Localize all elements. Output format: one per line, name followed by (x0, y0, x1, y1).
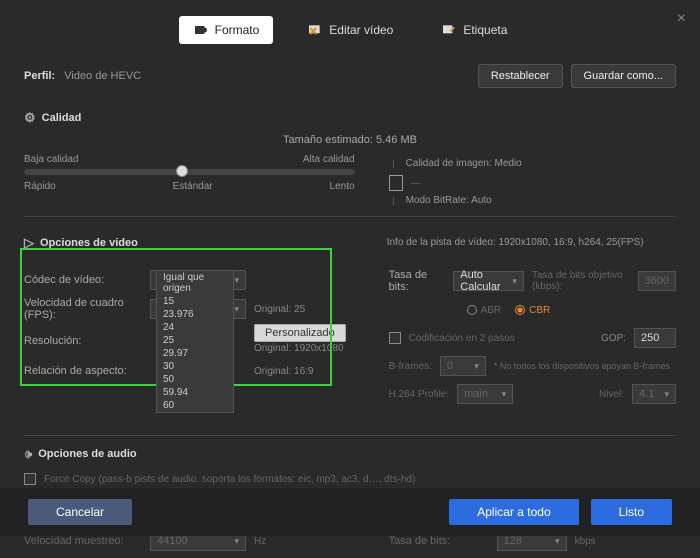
fps-option[interactable]: 50 (157, 373, 233, 386)
gop-label: GOP: (601, 333, 626, 344)
audio-head: 🕩 Opciones de audio (24, 446, 676, 462)
fps-option[interactable]: 30 (157, 360, 233, 373)
level-select[interactable]: 4.1▾ (632, 384, 676, 404)
play-icon: ▷ (24, 235, 34, 251)
profile-label: Perfil: (24, 70, 55, 82)
tab-tag[interactable]: Etiqueta (427, 16, 521, 44)
twopass-checkbox[interactable] (389, 332, 401, 344)
profile: Perfil: Video de HEVC (24, 70, 141, 82)
chevron-down-icon: ▾ (555, 536, 560, 547)
twopass-label: Codificación en 2 pasos (409, 333, 515, 344)
scissors-icon (307, 22, 323, 38)
gear-icon: ⚙ (24, 110, 36, 126)
apply-all-button[interactable]: Aplicar a todo (449, 499, 578, 525)
chevron-down-icon: ▾ (234, 275, 239, 286)
slider-thumb[interactable] (176, 165, 188, 177)
fps-label: Velocidad de cuadro (FPS): (24, 297, 142, 321)
chevron-down-icon: ▾ (512, 276, 517, 287)
fps-option[interactable]: 15 (157, 295, 233, 308)
speaker-icon: 🕩 (24, 446, 32, 462)
force-copy-checkbox[interactable] (24, 473, 36, 485)
fps-option[interactable]: 25 (157, 334, 233, 347)
slow-label: Lento (330, 181, 355, 192)
image-quality: Calidad de imagen: Medio (406, 158, 676, 169)
chevron-down-icon: ▾ (474, 361, 479, 372)
level-label: Nivel: (599, 389, 624, 400)
sample-rate-label: Velocidad muestreo: (24, 535, 142, 547)
fps-option[interactable]: 23.976 (157, 308, 233, 321)
fps-option[interactable]: Igual que origen (157, 271, 233, 295)
bframes-label: B-frames: (389, 361, 432, 372)
fps-option[interactable]: 29.97 (157, 347, 233, 360)
fast-label: Rápido (24, 181, 56, 192)
chevron-down-icon: ▾ (502, 389, 507, 400)
tab-label: Etiqueta (463, 23, 507, 37)
res-label: Resolución: (24, 335, 142, 347)
fps-dropdown[interactable]: Igual que origen1523.976242529.97305059.… (156, 270, 234, 413)
target-bitrate-input[interactable]: 3600 (638, 271, 676, 291)
bframes-note: * No todos los dispositivos apoyan B-fra… (494, 361, 670, 371)
chevron-down-icon: ▾ (234, 304, 239, 315)
bframes-select[interactable]: 0▾ (440, 356, 486, 376)
codec-label: Códec de vídeo: (24, 274, 142, 286)
profile-value: Video de HEVC (64, 70, 141, 82)
track-info: Info de la pista de vídeo: 1920x1080, 16… (387, 237, 644, 248)
cancel-button[interactable]: Cancelar (28, 499, 132, 525)
fps-option[interactable]: 59.94 (157, 386, 233, 399)
abr-radio[interactable] (467, 305, 477, 315)
tab-label: Editar vídeo (329, 23, 393, 37)
gear-icon (193, 22, 209, 38)
reset-button[interactable]: Restablecer (478, 64, 563, 88)
h264-profile-label: H.264 Profile: (389, 389, 450, 400)
bitrate-mode: Modo BitRate: Auto (406, 195, 492, 206)
pencil-icon (441, 22, 457, 38)
cbr-radio[interactable] (515, 305, 525, 315)
done-button[interactable]: Listo (591, 499, 672, 525)
high-q-label: Alta calidad (303, 154, 355, 165)
target-bitrate-label: Tasa de bits objetivo (kbps): (532, 270, 630, 292)
fps-option[interactable]: 60 (157, 399, 233, 412)
fps-option[interactable]: 24 (157, 321, 233, 334)
quality-slider[interactable] (24, 169, 355, 175)
chevron-down-icon: ▾ (234, 536, 239, 547)
gop-input[interactable]: 250 (634, 328, 676, 348)
fps-original: Original: 25 (254, 304, 305, 315)
tab-edit[interactable]: Editar vídeo (293, 16, 407, 44)
res-original: Original: 1920x1080 (254, 343, 346, 354)
close-icon[interactable]: × (677, 10, 686, 28)
resolution-custom-chip[interactable]: Personalizado (254, 324, 346, 342)
tab-format[interactable]: Formato (179, 16, 274, 44)
bitrate-label: Tasa de bits: (389, 269, 446, 293)
audio-bitrate-label: Tasa de bits: (389, 535, 489, 547)
standard-label: Estándar (173, 181, 213, 192)
ar-label: Relación de aspecto: (24, 365, 142, 377)
h264-profile-select[interactable]: main▾ (457, 384, 513, 404)
video-head: ▷ Opciones de video (24, 235, 357, 251)
quality-head: ⚙ Calidad (24, 110, 357, 126)
tab-label: Formato (215, 23, 260, 37)
estimated-size: Tamaño estimado: 5.46 MB (24, 134, 676, 146)
ar-original: Original: 16:9 (254, 366, 313, 377)
bitrate-select[interactable]: Auto Calcular▾ (453, 271, 524, 291)
save-as-button[interactable]: Guardar como... (571, 64, 676, 88)
chevron-down-icon: ▾ (664, 389, 669, 400)
force-copy-label: Force Copy (pass-b pists de audio. sopor… (44, 474, 415, 485)
page-icon (389, 175, 403, 191)
low-q-label: Baja calidad (24, 154, 78, 165)
